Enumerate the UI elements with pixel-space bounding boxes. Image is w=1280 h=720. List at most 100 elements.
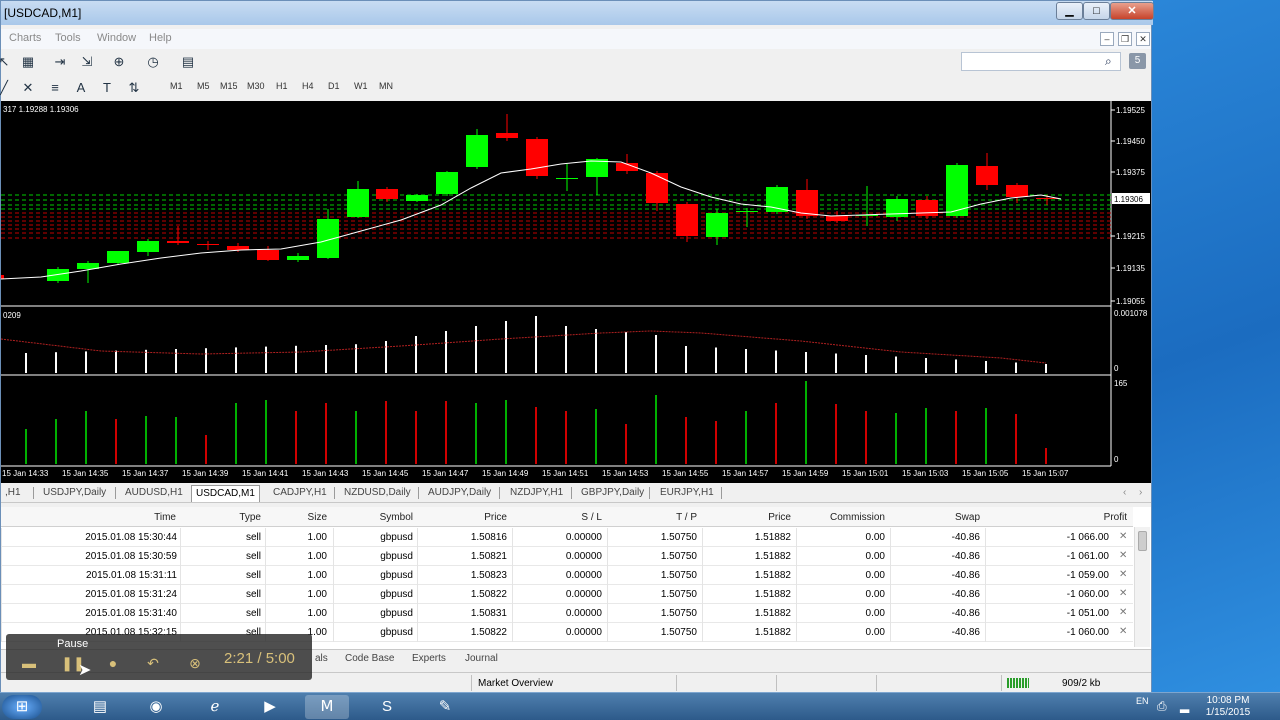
chart-svg[interactable]: 317 1.19288 1.19306 0209 1.19525 1.19450 1… — [0, 101, 1151, 483]
col-profit[interactable]: Profit — [1061, 512, 1127, 523]
history-center-icon[interactable]: ◷ — [144, 53, 162, 70]
search-icon[interactable]: ⌕ — [1105, 54, 1112, 69]
menu-charts[interactable]: Charts — [9, 32, 41, 44]
table-row[interactable]: 2015.01.08 15:30:59 sell 1.00 gbpusd 1.50821… — [1, 547, 1133, 566]
col-swap[interactable]: Swap — [911, 512, 980, 523]
tab-scroll-right-icon[interactable]: › — [1139, 487, 1142, 498]
cancel-icon[interactable]: ⊗ — [182, 652, 208, 674]
minimize-button[interactable]: ▁ — [1056, 2, 1083, 20]
close-order-icon[interactable]: ✕ — [1119, 531, 1127, 542]
price-axis-label: 1.19215 — [1116, 232, 1145, 241]
ie-icon[interactable]: ℯ — [193, 695, 237, 719]
templates-icon[interactable]: ▤ — [179, 53, 197, 70]
tf-h1[interactable]: H1 — [276, 81, 288, 91]
start-button-icon[interactable]: ⊞ — [2, 695, 42, 719]
chart-shift-icon[interactable]: ⇥ — [51, 53, 69, 70]
col-commission[interactable]: Commission — [801, 512, 885, 523]
col-current-price[interactable]: Price — [721, 512, 791, 523]
table-scrollbar[interactable] — [1134, 527, 1150, 647]
tab-chart-1[interactable]: ,H1 — [1, 485, 25, 502]
menu-tools[interactable]: Tools — [55, 32, 81, 44]
price-chart[interactable]: 317 1.19288 1.19306 0209 1.19525 1.19450 1… — [0, 101, 1151, 483]
undo-icon[interactable]: ↶ — [140, 652, 166, 674]
menu-window[interactable]: Window — [97, 32, 136, 44]
table-row[interactable]: 2015.01.08 15:31:40 sell 1.00 gbpusd 1.50831… — [1, 604, 1133, 623]
tf-m30[interactable]: M30 — [247, 81, 265, 91]
tab-eurjpy-h1[interactable]: EURJPY,H1 — [656, 485, 718, 502]
language-indicator[interactable]: EN — [1136, 696, 1149, 706]
text-tool-icon[interactable]: A — [72, 79, 90, 96]
table-row[interactable]: 2015.01.08 15:31:24 sell 1.00 gbpusd 1.50822… — [1, 585, 1133, 604]
skype-icon[interactable]: S — [365, 695, 409, 719]
col-symbol[interactable]: Symbol — [341, 512, 413, 523]
time-axis-label: 15 Jan 15:05 — [962, 469, 1009, 478]
table-row[interactable]: 2015.01.08 15:31:11 sell 1.00 gbpusd 1.50823… — [1, 566, 1133, 585]
explorer-icon[interactable]: ▤ — [78, 695, 122, 719]
title-bar[interactable]: [USDCAD,M1] ▁ □ ✕ — [1, 1, 1154, 25]
close-button[interactable]: ✕ — [1110, 2, 1154, 20]
market-overview[interactable]: Market Overview — [478, 678, 553, 689]
tab-gbpjpy-daily[interactable]: GBPJPY,Daily — [577, 485, 648, 502]
tab-signals[interactable]: als — [315, 653, 328, 664]
close-order-icon[interactable]: ✕ — [1119, 626, 1127, 637]
tab-usdjpy-daily[interactable]: USDJPY,Daily — [39, 485, 110, 502]
tab-nzdjpy-h1[interactable]: NZDJPY,H1 — [506, 485, 567, 502]
mdi-close-icon[interactable]: ✕ — [1136, 32, 1150, 46]
close-order-icon[interactable]: ✕ — [1119, 607, 1127, 618]
taskbar-clock[interactable]: 10:08 PM 1/15/2015 — [1198, 695, 1258, 719]
col-tp[interactable]: T / P — [631, 512, 697, 523]
col-sl[interactable]: S / L — [531, 512, 602, 523]
tab-experts[interactable]: Experts — [412, 653, 446, 664]
tab-usdcad-m1[interactable]: USDCAD,M1 — [191, 485, 260, 502]
fibonacci-icon[interactable]: ✕ — [19, 79, 37, 96]
tab-nzdusd-daily[interactable]: NZDUSD,Daily — [340, 485, 415, 502]
tf-h4[interactable]: H4 — [302, 81, 314, 91]
tf-d1[interactable]: D1 — [328, 81, 340, 91]
tf-m1[interactable]: M1 — [170, 81, 183, 91]
tile-windows-icon[interactable]: ▦ — [19, 53, 37, 70]
search-input[interactable] — [961, 52, 1121, 71]
tab-audjpy-daily[interactable]: AUDJPY,Daily — [424, 485, 495, 502]
tray-usb-icon[interactable]: ⎙ — [1157, 699, 1167, 714]
tab-code-base[interactable]: Code Base — [345, 653, 394, 664]
tab-cadjpy-h1[interactable]: CADJPY,H1 — [269, 485, 331, 502]
metatrader-icon[interactable]: Ⅿ — [305, 695, 349, 719]
tab-scroll-left-icon[interactable]: ‹ — [1123, 487, 1126, 498]
scrollbar-thumb[interactable] — [1138, 531, 1147, 551]
tray-network-icon[interactable]: ▂ — [1180, 699, 1189, 713]
record-icon[interactable]: ● — [100, 652, 126, 674]
app-icon[interactable]: ✎ — [423, 695, 467, 719]
col-type[interactable]: Type — [211, 512, 261, 523]
mdi-restore-icon[interactable]: ❐ — [1118, 32, 1132, 46]
channel-icon[interactable]: ≡ — [46, 79, 64, 96]
col-price[interactable]: Price — [441, 512, 507, 523]
maximize-button[interactable]: □ — [1083, 2, 1110, 20]
menu-help[interactable]: Help — [149, 32, 172, 44]
close-order-icon[interactable]: ✕ — [1119, 550, 1127, 561]
notification-badge[interactable]: 5 — [1129, 53, 1146, 69]
tf-mn[interactable]: MN — [379, 81, 393, 91]
close-order-icon[interactable]: ✕ — [1119, 588, 1127, 599]
tab-audusd-h1[interactable]: AUDUSD,H1 — [121, 485, 187, 502]
table-cell: 2015.01.08 15:31:24 — [85, 589, 177, 600]
chart-tabs: ,H1 USDJPY,Daily AUDUSD,H1 USDCAD,M1 CAD… — [1, 483, 1151, 503]
arrows-icon[interactable]: ⇅ — [125, 79, 143, 96]
media-player-icon[interactable]: ▶ — [248, 695, 292, 719]
tf-w1[interactable]: W1 — [354, 81, 368, 91]
folder-icon[interactable]: ▬ — [16, 652, 42, 674]
col-time[interactable]: Time — [121, 512, 176, 523]
cursor-tool-icon[interactable]: ↖ — [0, 53, 13, 70]
text-label-icon[interactable]: T — [98, 79, 116, 96]
chrome-icon[interactable]: ◉ — [134, 695, 178, 719]
table-row[interactable]: 2015.01.08 15:30:44 sell 1.00 gbpusd 1.50816… — [1, 528, 1133, 547]
tab-journal[interactable]: Journal — [465, 653, 498, 664]
cell-separator — [512, 604, 513, 623]
close-order-icon[interactable]: ✕ — [1119, 569, 1127, 580]
line-tool-icon[interactable]: ╱ — [0, 79, 13, 96]
mdi-minimize-icon[interactable]: – — [1100, 32, 1114, 46]
tf-m15[interactable]: M15 — [220, 81, 238, 91]
autoscroll-icon[interactable]: ⇲ — [78, 53, 96, 70]
tf-m5[interactable]: M5 — [197, 81, 210, 91]
col-size[interactable]: Size — [281, 512, 327, 523]
new-order-icon[interactable]: ⊕ — [110, 53, 128, 70]
